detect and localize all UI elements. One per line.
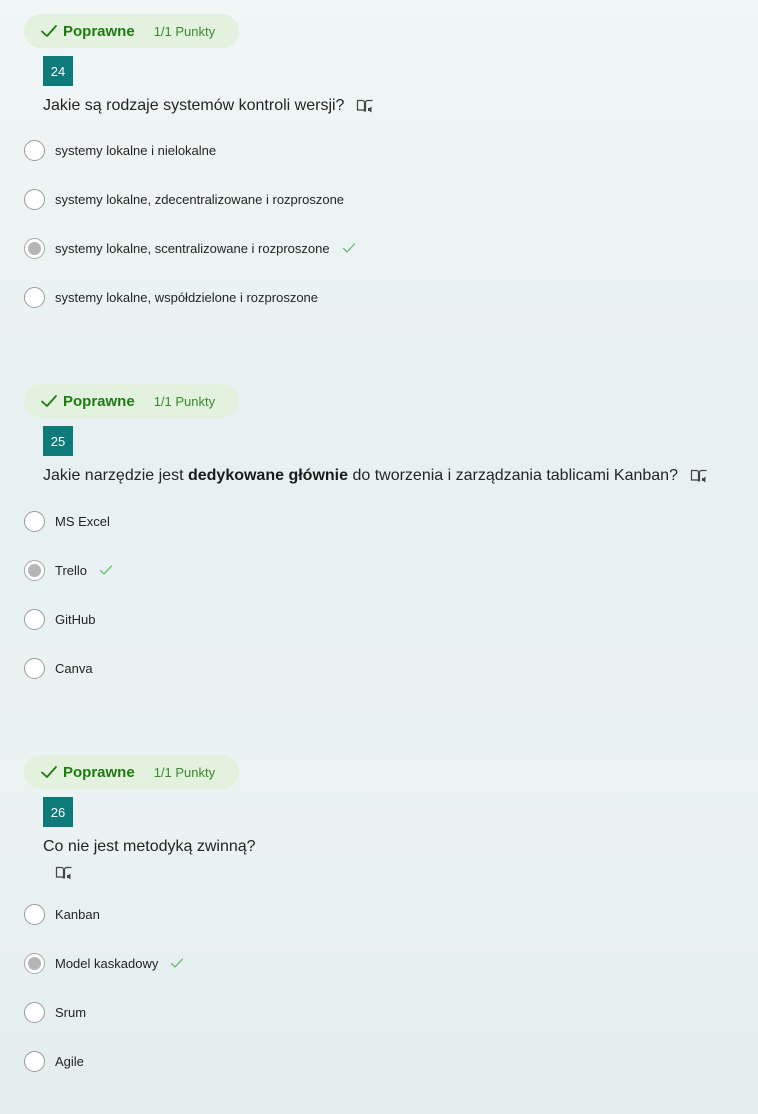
- option-label: systemy lokalne, współdzielone i rozpros…: [55, 289, 319, 305]
- option-2[interactable]: Model kaskadowy: [24, 952, 184, 974]
- option-label: Kanban: [55, 906, 100, 922]
- correct-check-icon: [171, 958, 184, 968]
- option-label: systemy lokalne, zdecentralizowane i roz…: [55, 191, 345, 207]
- option-3[interactable]: systemy lokalne, scentralizowane i rozpr…: [24, 237, 356, 259]
- immersive-reader-icon[interactable]: [690, 468, 708, 484]
- radio-button[interactable]: [24, 286, 45, 308]
- radio-button[interactable]: [24, 188, 45, 210]
- option-label: Canva: [55, 660, 93, 676]
- radio-button[interactable]: [24, 657, 45, 679]
- checkmark-icon: [41, 395, 57, 407]
- question-text-content: Jakie są rodzaje systemów kontroli wersj…: [43, 97, 345, 114]
- correct-check-icon: [342, 243, 355, 253]
- option-label: GitHub: [55, 611, 96, 627]
- question-number: 24: [43, 56, 73, 86]
- result-status: Poprawne: [63, 763, 135, 781]
- question-text-before: Jakie narzędzie jest: [43, 467, 188, 484]
- option-2[interactable]: Trello: [24, 559, 113, 581]
- option-1[interactable]: MS Excel: [24, 510, 110, 532]
- immersive-reader-icon[interactable]: [55, 865, 73, 881]
- option-label: Model kaskadowy: [55, 955, 159, 971]
- radio-button-selected[interactable]: [24, 237, 45, 259]
- result-badge: Poprawne 1/1 Punkty: [24, 755, 239, 789]
- question-text: Co nie jest metodyką zwinną?: [43, 838, 256, 856]
- radio-button[interactable]: [24, 608, 45, 630]
- result-points: 1/1 Punkty: [153, 764, 216, 780]
- question-text: Jakie są rodzaje systemów kontroli wersj…: [43, 97, 374, 115]
- radio-button[interactable]: [24, 139, 45, 161]
- option-1[interactable]: Kanban: [24, 903, 100, 925]
- option-4[interactable]: systemy lokalne, współdzielone i rozpros…: [24, 286, 318, 308]
- result-status: Poprawne: [63, 22, 135, 40]
- question-text-bold: dedykowane głównie: [187, 467, 348, 484]
- question-text: Jakie narzędzie jest dedykowane głównie …: [43, 467, 708, 485]
- question-number: 26: [43, 797, 73, 827]
- checkmark-icon: [41, 766, 57, 778]
- immersive-reader-icon[interactable]: [356, 98, 374, 114]
- option-3[interactable]: Srum: [24, 1001, 86, 1023]
- option-4[interactable]: Agile: [24, 1050, 84, 1072]
- radio-button[interactable]: [24, 903, 45, 925]
- result-badge: Poprawne 1/1 Punkty: [24, 14, 239, 48]
- option-4[interactable]: Canva: [24, 657, 93, 679]
- correct-check-icon: [99, 565, 113, 575]
- result-status: Poprawne: [63, 392, 135, 410]
- result-badge: Poprawne 1/1 Punkty: [24, 384, 239, 418]
- option-label: Trello: [55, 562, 88, 578]
- option-label: Agile: [55, 1053, 84, 1069]
- option-label: MS Excel: [55, 513, 110, 529]
- option-label: Srum: [55, 1004, 87, 1020]
- option-label: systemy lokalne i nielokalne: [55, 142, 217, 158]
- radio-button-selected[interactable]: [24, 559, 45, 581]
- result-points: 1/1 Punkty: [153, 393, 216, 409]
- option-2[interactable]: systemy lokalne, zdecentralizowane i roz…: [24, 188, 344, 210]
- result-points: 1/1 Punkty: [153, 23, 216, 39]
- radio-button[interactable]: [24, 510, 45, 532]
- radio-button[interactable]: [24, 1001, 45, 1023]
- radio-button-selected[interactable]: [24, 952, 45, 974]
- option-1[interactable]: systemy lokalne i nielokalne: [24, 139, 216, 161]
- option-label: systemy lokalne, scentralizowane i rozpr…: [55, 240, 330, 256]
- question-text-content: Co nie jest metodyką zwinną?: [43, 838, 256, 855]
- question-text-after: do tworzenia i zarządzania tablicami Kan…: [348, 467, 678, 484]
- option-3[interactable]: GitHub: [24, 608, 95, 630]
- question-number: 25: [43, 426, 73, 456]
- radio-button[interactable]: [24, 1050, 45, 1072]
- checkmark-icon: [41, 25, 57, 37]
